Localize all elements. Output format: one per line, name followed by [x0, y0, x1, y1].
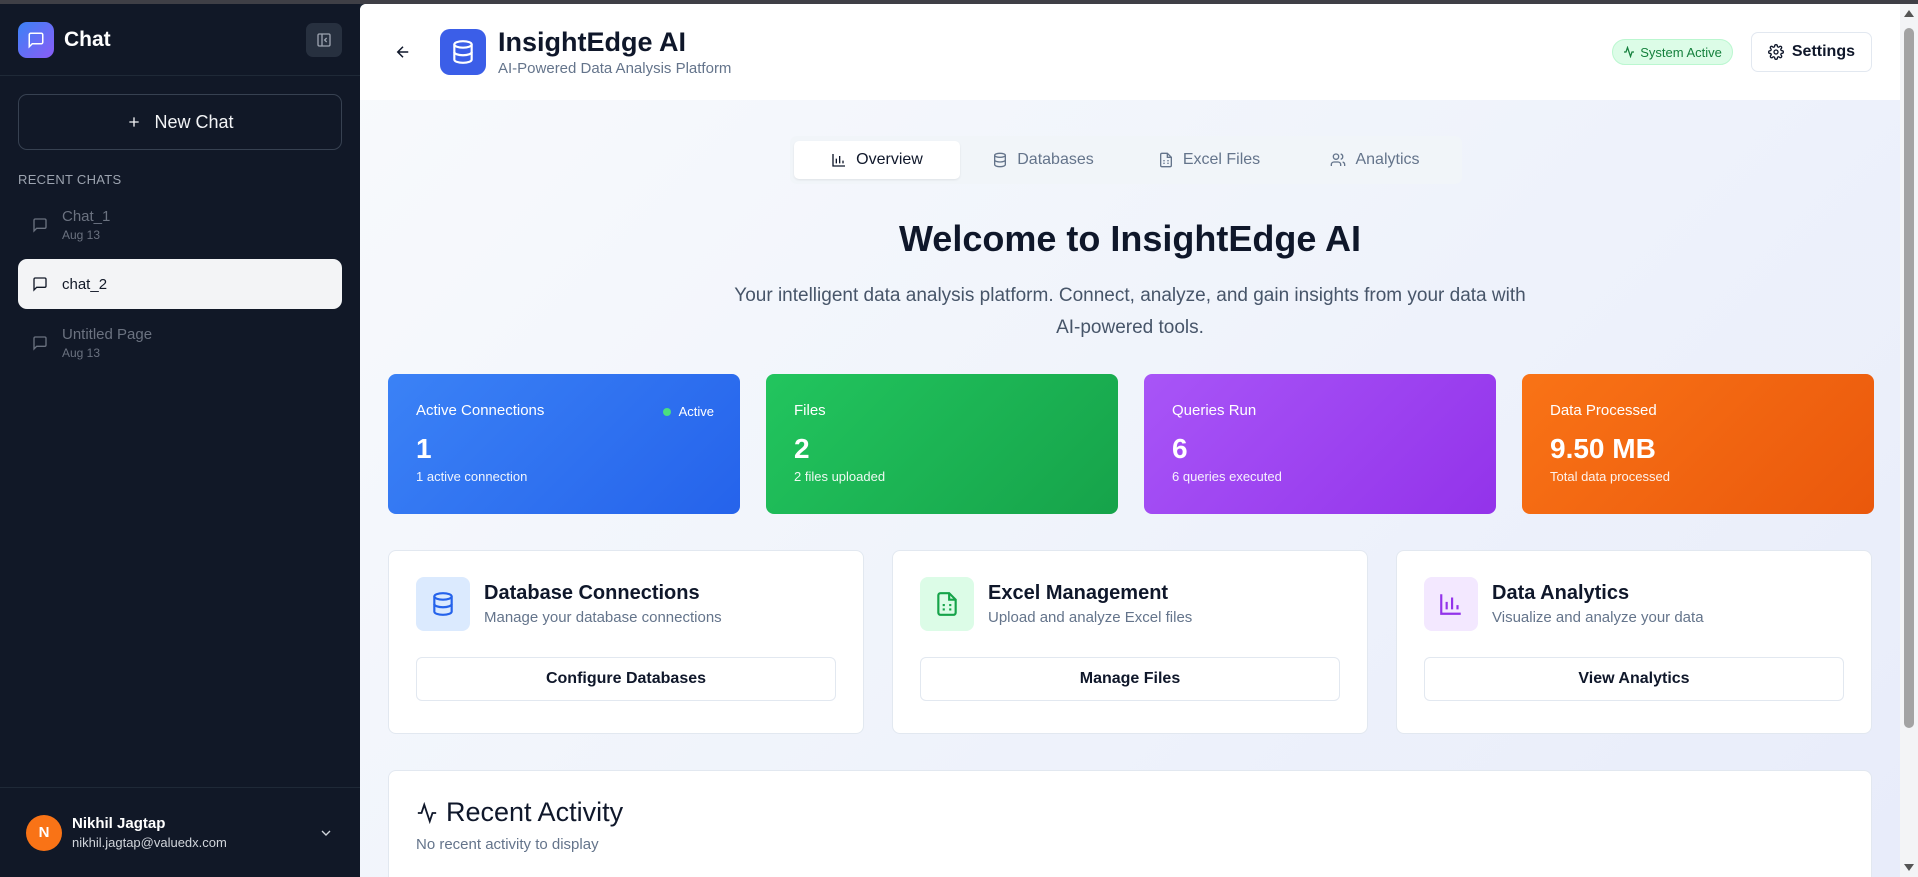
tab-excel-files[interactable]: Excel Files [1126, 141, 1292, 179]
bar-chart-icon [1424, 577, 1478, 631]
message-icon [33, 336, 47, 351]
status-dot-icon [662, 407, 671, 416]
active-indicator: Active [662, 404, 714, 419]
tab-label: Analytics [1355, 151, 1420, 168]
tab-databases[interactable]: Databases [960, 141, 1126, 179]
message-icon [33, 218, 47, 233]
card-description: Visualize and analyze your data [1492, 609, 1704, 626]
new-chat-button[interactable]: New Chat [18, 94, 342, 150]
panel-collapse-icon [317, 32, 331, 47]
stat-note: 1 active connection [416, 469, 528, 484]
collapse-sidebar-button[interactable] [306, 22, 342, 57]
stat-value: 1 [416, 433, 432, 464]
card-excel-management: Excel Management Upload and analyze Exce… [892, 550, 1368, 734]
chat-name: Untitled Page [62, 326, 153, 343]
chat-date: Aug 13 [62, 346, 101, 360]
scrollbar-thumb[interactable] [1904, 28, 1914, 728]
chat-name: chat_2 [62, 275, 108, 293]
main-content: InsightEdge AI AI-Powered Data Analysis … [360, 4, 1900, 877]
status-badge: System Active [1612, 39, 1733, 65]
chat-name: Chat_1 [62, 208, 111, 225]
chat-logo-icon [18, 21, 54, 58]
stat-note: 2 files uploaded [794, 469, 886, 484]
chat-date: Aug 13 [62, 228, 101, 242]
view-analytics-button[interactable]: View Analytics [1424, 657, 1844, 701]
sidebar-item-untitled-page[interactable]: Untitled Page Aug 13 [18, 315, 342, 371]
settings-button[interactable]: Settings [1750, 32, 1872, 72]
card-description: Upload and analyze Excel files [988, 609, 1193, 626]
stat-label: Queries Run [1172, 402, 1257, 419]
tab-overview[interactable]: Overview [794, 141, 960, 179]
card-title: Data Analytics [1492, 582, 1630, 604]
page-title: InsightEdge AI [498, 27, 686, 57]
gear-icon [1767, 44, 1784, 60]
file-spreadsheet-icon [1159, 152, 1172, 168]
scroll-up-arrow-icon[interactable] [1904, 10, 1914, 17]
file-spreadsheet-icon [920, 577, 974, 631]
back-button[interactable] [388, 37, 418, 67]
active-label: Active [678, 404, 714, 419]
welcome-heading: Welcome to InsightEdge AI [898, 218, 1362, 259]
user-email: nikhil.jagtap@valuedx.com [72, 835, 227, 850]
welcome-text: Your intelligent data analysis platform.… [734, 285, 1526, 338]
status-label: System Active [1640, 44, 1722, 60]
stat-label: Data Processed [1550, 402, 1657, 419]
tab-label: Databases [1017, 151, 1094, 168]
stat-value: 6 [1172, 433, 1188, 464]
stat-card-queries-run: Queries Run 6 6 queries executed [1144, 374, 1496, 514]
section-title: Recent Activity [446, 797, 624, 827]
tab-label: Excel Files [1182, 151, 1261, 168]
recent-activity-panel: Recent Activity No recent activity to di… [388, 770, 1872, 877]
card-title: Excel Management [988, 582, 1169, 604]
stat-value: 9.50 MB [1550, 433, 1656, 464]
recent-chats-heading: RECENT CHATS [18, 172, 122, 187]
stat-card-data-processed: Data Processed 9.50 MB Total data proces… [1522, 374, 1874, 514]
tab-analytics[interactable]: Analytics [1292, 141, 1458, 179]
stat-note: Total data processed [1550, 469, 1670, 484]
avatar: N [26, 814, 62, 851]
configure-databases-button[interactable]: Configure Databases [416, 657, 836, 701]
message-icon [33, 277, 47, 292]
settings-label: Settings [1791, 43, 1855, 60]
activity-icon [1624, 46, 1635, 58]
activity-icon [417, 801, 437, 824]
user-menu[interactable]: N Nikhil Jagtap nikhil.jagtap@valuedx.co… [0, 787, 360, 877]
plus-icon [129, 117, 140, 127]
stat-card-files: Files 2 2 files uploaded [766, 374, 1118, 514]
scrollbar[interactable] [1900, 4, 1918, 877]
user-name: Nikhil Jagtap [72, 815, 166, 832]
chevron-down-icon[interactable] [318, 825, 334, 841]
bar-chart-icon [832, 154, 846, 167]
sidebar-item-chat-2[interactable]: chat_2 [18, 259, 342, 309]
arrow-left-icon [396, 46, 409, 58]
database-icon [416, 577, 470, 631]
empty-state-text: No recent activity to display [416, 836, 599, 853]
page-subtitle: AI-Powered Data Analysis Platform [498, 60, 732, 77]
stat-note: 6 queries executed [1172, 469, 1282, 484]
database-icon [994, 152, 1007, 168]
card-database-connections: Database Connections Manage your databas… [388, 550, 864, 734]
tab-label: Overview [856, 151, 923, 168]
stat-label: Files [794, 402, 826, 419]
users-icon [1331, 153, 1346, 166]
app-header: InsightEdge AI AI-Powered Data Analysis … [360, 4, 1900, 100]
database-logo-icon [440, 29, 486, 75]
sidebar: Chat New Chat RECENT CHATS Chat_1 Aug 13… [0, 4, 360, 877]
tab-bar: Overview Databases Excel Files Analytics [790, 136, 1462, 184]
manage-files-button[interactable]: Manage Files [920, 657, 1340, 701]
sidebar-title: Chat [64, 27, 111, 51]
card-data-analytics: Data Analytics Visualize and analyze you… [1396, 550, 1872, 734]
stat-value: 2 [794, 433, 810, 464]
card-description: Manage your database connections [484, 609, 722, 626]
stat-card-active-connections: Active Connections Active 1 1 active con… [388, 374, 740, 514]
sidebar-item-chat-1[interactable]: Chat_1 Aug 13 [18, 197, 342, 253]
scroll-down-arrow-icon[interactable] [1904, 864, 1914, 871]
sidebar-header: Chat [0, 4, 360, 76]
card-title: Database Connections [484, 582, 700, 604]
new-chat-label: New Chat [154, 111, 234, 132]
